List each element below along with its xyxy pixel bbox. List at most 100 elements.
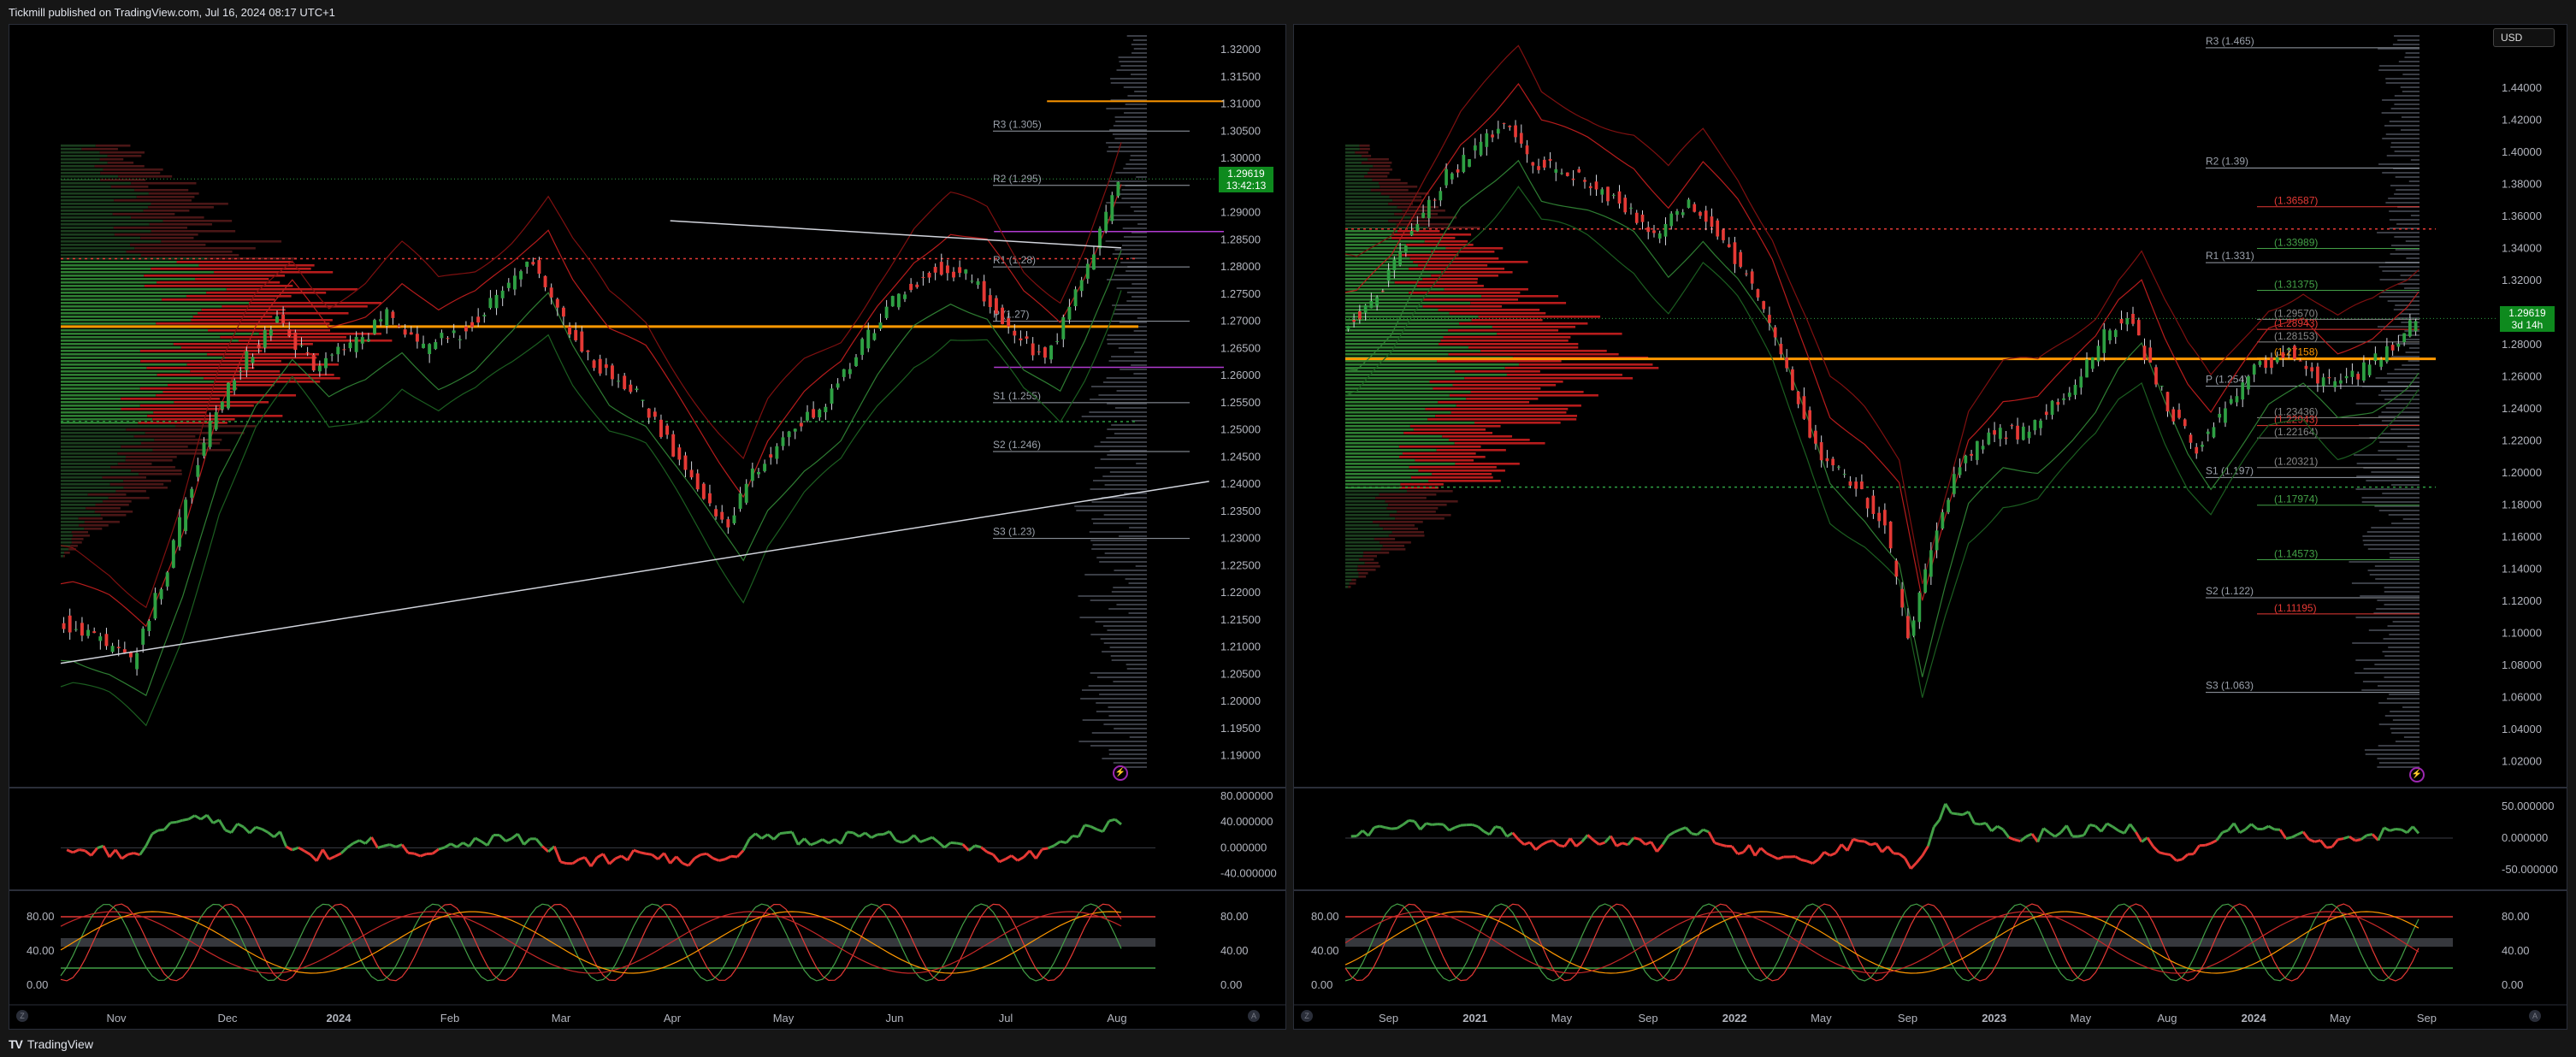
oscillator-segment (552, 846, 562, 863)
volume-profile-bar-up (1345, 565, 1358, 568)
oscillator-segment (2135, 831, 2143, 843)
session-volume-bar (1090, 488, 1147, 490)
volume-profile-bar-up (1345, 541, 1380, 544)
oscillator-segment (1065, 835, 1074, 844)
candle-up (2362, 362, 2366, 381)
volume-profile-bar-down (1372, 179, 1401, 181)
session-volume-bar (1126, 163, 1147, 165)
oscillator-segment (182, 818, 189, 822)
session-volume-bar (2405, 52, 2419, 54)
oscillator-segment (1852, 837, 1859, 842)
session-volume-bar (1076, 510, 1147, 511)
session-volume-bar (2382, 651, 2419, 653)
price-axis-label: 1.10000 (2502, 626, 2542, 639)
session-volume-bar (2379, 65, 2419, 67)
candle-up (2021, 426, 2025, 440)
session-volume-bar (2408, 360, 2419, 362)
oscillator-segment (1835, 843, 1843, 854)
candle-up (1560, 173, 1563, 174)
session-volume-bar (2394, 369, 2419, 370)
volume-profile-bar-up (1345, 538, 1374, 540)
price-axis-label: 1.24500 (1220, 450, 1261, 463)
candle-down (799, 422, 803, 427)
lightning-icon-left[interactable]: ⚡ (1113, 765, 1128, 781)
chart-left-canvas[interactable]: R3 (1.305)R2 (1.295)R1 (1.28)P (1.27)S1 … (9, 25, 1286, 1030)
session-volume-bar (2390, 428, 2419, 430)
candle-up (1669, 213, 1674, 227)
session-volume-bar (1112, 304, 1147, 306)
session-volume-bar (2403, 736, 2419, 738)
oscillator-segment (121, 853, 129, 860)
session-volume-bar (2382, 99, 2419, 101)
session-volume-bar (2394, 35, 2419, 37)
volume-profile-bar-up (1345, 579, 1352, 582)
volume-profile-bar-down (1454, 442, 1545, 445)
session-volume-bar (1129, 527, 1147, 528)
session-volume-bar (2356, 463, 2419, 464)
fib-level-label: (1.17974) (2274, 493, 2318, 505)
volume-profile-bar-down (114, 199, 192, 202)
oscillator-segment (1102, 820, 1111, 833)
candle-up (2385, 345, 2389, 362)
candle-up (385, 309, 389, 326)
chart-panel-left[interactable]: R3 (1.305) R2 (1.295) R1 (1.28) P (1.27) S1 … (9, 24, 1286, 1030)
volume-profile-bar-up (1345, 411, 1451, 414)
oscillator-segment (1730, 845, 1740, 855)
oscillator-segment (803, 837, 812, 847)
session-volume-bar (2367, 548, 2419, 550)
volume-profile-bar-down (151, 230, 236, 233)
session-volume-bar (2381, 420, 2419, 422)
candle-up (890, 296, 895, 307)
session-volume-bar (2390, 728, 2419, 729)
timezone-chip-left[interactable]: Z (16, 1010, 28, 1022)
candle-up (1116, 181, 1120, 197)
volume-profile-bar-down (1399, 456, 1486, 458)
oscillator-segment (2106, 822, 2114, 829)
currency-selector[interactable]: USD (2493, 28, 2555, 47)
candle-up (2085, 359, 2089, 378)
candle-up (269, 329, 273, 336)
auto-scale-chip-right[interactable]: A (2529, 1010, 2541, 1022)
oscillator-segment (2331, 838, 2339, 848)
lightning-icon-right[interactable]: ⚡ (2409, 767, 2425, 782)
oscillator-segment (1042, 847, 1049, 851)
candle-down (1888, 521, 1893, 549)
oscillator-segment (712, 857, 720, 862)
session-volume-bar (2396, 189, 2419, 191)
volume-profile-bar-down (1351, 579, 1356, 582)
session-volume-bar (1096, 557, 1147, 558)
tradingview-brand[interactable]: TV TradingView (9, 1037, 93, 1051)
candle-up (763, 464, 767, 471)
oscillator-segment (741, 838, 751, 852)
session-volume-bar (1089, 531, 1147, 533)
candle-down (403, 329, 407, 335)
volume-profile-bar-down (1359, 148, 1370, 151)
volume-profile-bar-up (1345, 199, 1393, 202)
session-volume-bar (2388, 198, 2419, 199)
oscillator-segment (864, 831, 872, 839)
price-axis-label: 1.26000 (2502, 369, 2542, 382)
oscillator-segment (1927, 826, 1935, 847)
candle-down (555, 298, 559, 308)
volume-profile-bar-down (1468, 346, 1579, 349)
volume-profile-bar-up (61, 490, 116, 493)
chart-right-canvas[interactable]: R3 (1.465)R2 (1.39)R1 (1.331)P (1.254)S1… (1294, 25, 2567, 1030)
volume-profile-bar-down (1443, 336, 1571, 339)
timezone-chip-right[interactable]: Z (1301, 1010, 1313, 1022)
chart-panel-right[interactable]: R3 (1.465) R2 (1.39) R1 (1.331) P (1.254) S1… (1293, 24, 2567, 1030)
trendline-upper (670, 220, 1122, 249)
volume-profile-bar-down (1410, 476, 1493, 479)
volume-profile-bar-down (214, 381, 321, 383)
session-volume-bar (1136, 176, 1147, 178)
session-volume-bar (2354, 672, 2419, 674)
oscillator-segment (2366, 833, 2373, 837)
last-price-badge-right: 1.29619 3d 14h (2500, 306, 2555, 333)
oscillator-segment (444, 842, 452, 849)
oscillator-segment (1546, 839, 1554, 843)
session-volume-bar (1074, 505, 1147, 507)
session-volume-bar (1096, 711, 1147, 712)
candle-up (732, 515, 736, 523)
auto-scale-chip-left[interactable]: A (1248, 1010, 1260, 1022)
volume-profile-bar-down (99, 151, 145, 154)
oscillator-segment (2308, 838, 2316, 843)
